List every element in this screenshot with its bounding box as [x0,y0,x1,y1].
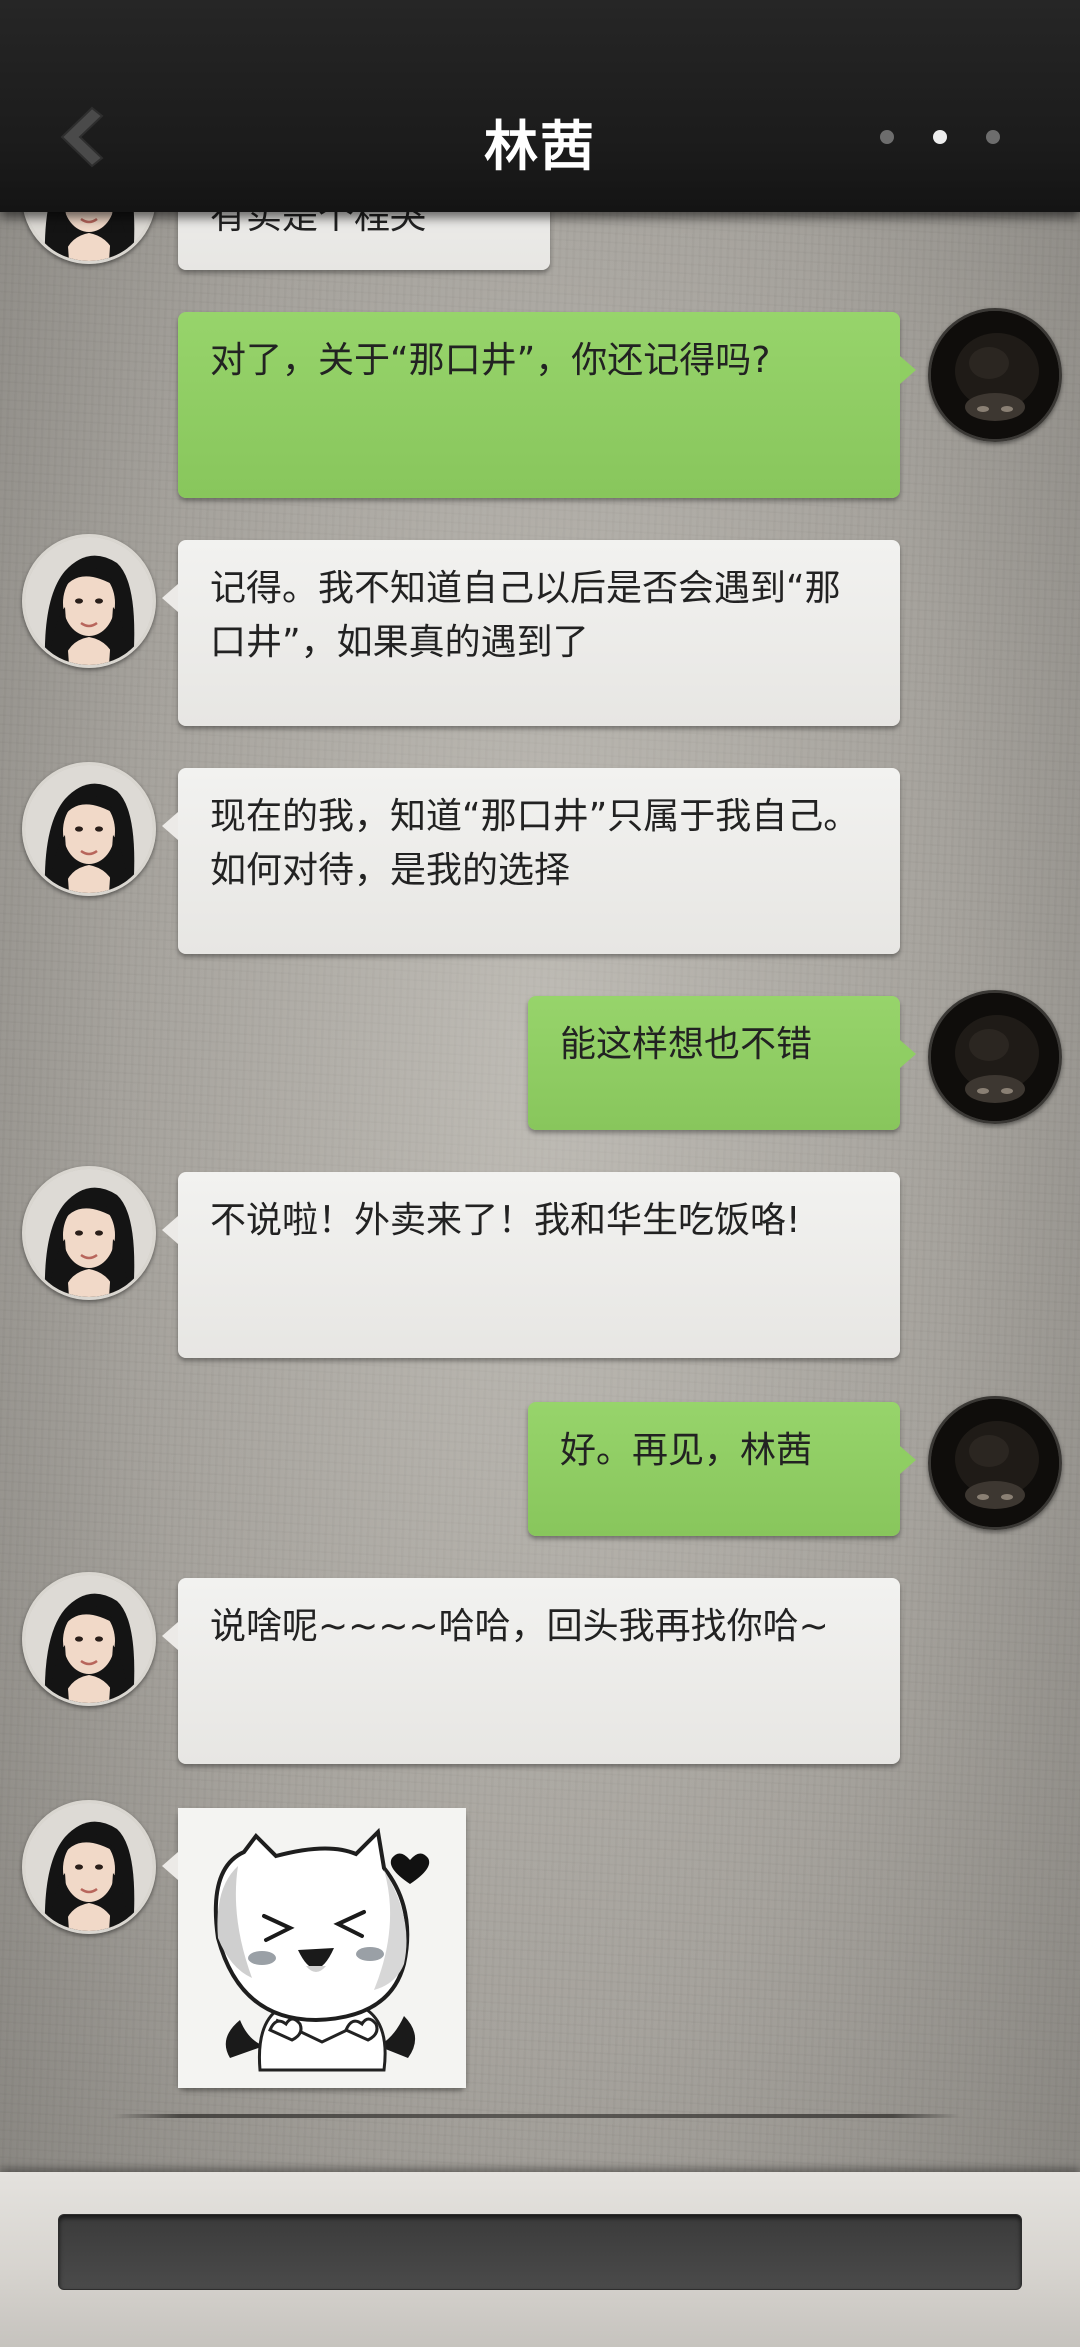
laughing-cat-sticker-icon [178,1808,466,2088]
input-bar [0,2172,1080,2347]
incoming-message-bubble[interactable]: 不说啦！外卖来了！我和华生吃饭咯! [162,1172,900,1358]
message-text: 记得。我不知道自己以后是否会遇到“那口井”，如果真的遇到了 [210,568,841,663]
woman-portrait-icon [25,1575,153,1703]
message-text: 能这样想也不错 [560,1024,813,1065]
outgoing-message-bubble[interactable]: 好。再见，林茜 [528,1402,916,1536]
message-text: 现在的我，知道“那口井”只属于我自己。如何对待，是我的选择 [210,796,860,891]
contact-avatar[interactable] [22,534,156,668]
incoming-message-bubble[interactable]: 现在的我，知道“那口井”只属于我自己。如何对待，是我的选择 [162,768,900,954]
message-list[interactable]: 有实是个程哭 对了，关于“那口井”，你还记得吗? 记得。我不知道自己以后是否会遇… [0,0,1080,2347]
contact-avatar[interactable] [22,1166,156,1300]
outgoing-message-bubble[interactable]: 能这样想也不错 [528,996,916,1130]
contact-avatar[interactable] [22,1800,156,1934]
message-text: 不说啦！外卖来了！我和华生吃饭咯! [210,1200,801,1241]
history-divider [112,2114,960,2118]
chat-header: 林茜 [0,0,1080,212]
contact-avatar[interactable] [22,762,156,896]
message-text: 说啥呢~~~~哈哈，回头我再找你哈~ [210,1606,829,1647]
more-options-button[interactable] [880,112,1000,162]
woman-portrait-icon [25,537,153,665]
my-avatar[interactable] [928,308,1062,442]
dark-cat-avatar-icon [931,993,1059,1121]
woman-portrait-icon [25,1169,153,1297]
message-text: 对了，关于“那口井”，你还记得吗? [210,340,771,381]
dark-cat-avatar-icon [931,311,1059,439]
dot-icon [933,130,947,144]
incoming-message-bubble[interactable]: 说啥呢~~~~哈哈，回头我再找你哈~ [162,1578,900,1764]
contact-avatar[interactable] [22,1572,156,1706]
woman-portrait-icon [25,765,153,893]
woman-portrait-icon [25,1803,153,1931]
incoming-message-bubble[interactable]: 记得。我不知道自己以后是否会遇到“那口井”，如果真的遇到了 [162,540,900,726]
dot-icon [986,130,1000,144]
sticker-message-bubble[interactable] [162,1808,466,2088]
outgoing-message-bubble[interactable]: 对了，关于“那口井”，你还记得吗? [178,312,916,498]
dark-cat-avatar-icon [931,1399,1059,1527]
message-text: 好。再见，林茜 [560,1430,813,1471]
dot-icon [880,130,894,144]
my-avatar[interactable] [928,990,1062,1124]
my-avatar[interactable] [928,1396,1062,1530]
message-input[interactable] [58,2214,1022,2290]
